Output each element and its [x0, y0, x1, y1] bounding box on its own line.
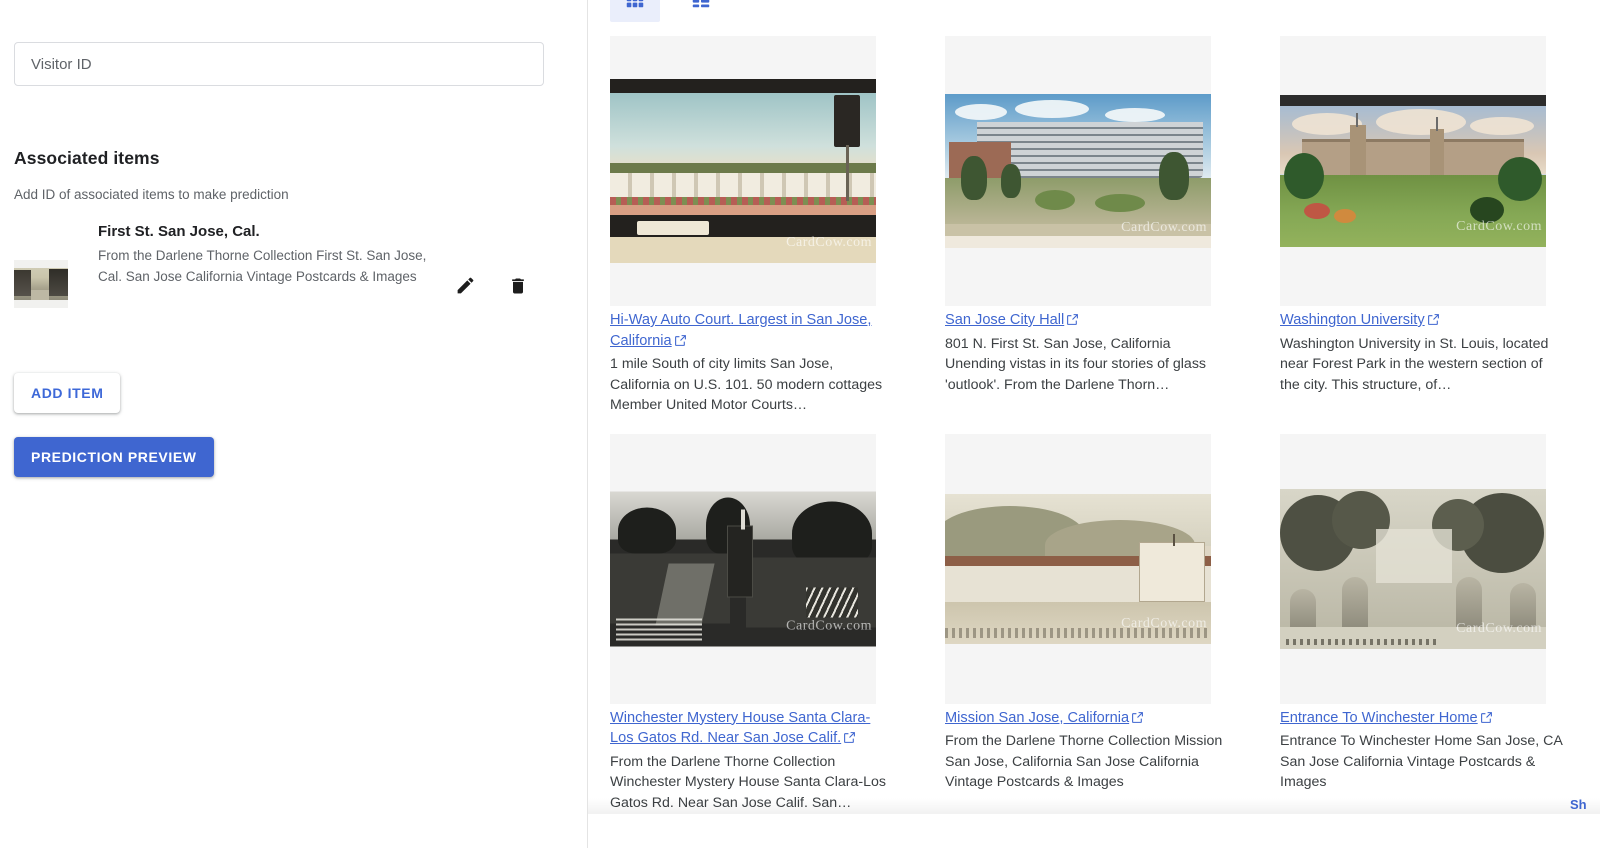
left-form-panel: Associated items Add ID of associated it… [0, 0, 588, 848]
delete-associated-item-button[interactable] [505, 274, 531, 300]
card-description: Entrance To Winchester Home San Jose, CA… [1280, 733, 1563, 790]
card-title-link[interactable]: Entrance To Winchester Home [1280, 710, 1493, 726]
visitor-id-input[interactable] [14, 42, 544, 86]
external-link-icon [674, 333, 687, 354]
add-item-button[interactable]: ADD ITEM [14, 373, 121, 413]
result-card[interactable]: CardCow.com Entrance To Winchester Home … [1280, 433, 1583, 814]
card-description: 1 mile South of city limits San Jose, Ca… [610, 356, 883, 413]
results-panel: CardCow.com Hi-Way Auto Court. Largest i… [588, 0, 1600, 848]
prediction-preview-button[interactable]: PREDICTION PREVIEW [14, 437, 214, 477]
results-grid: CardCow.com Hi-Way Auto Court. Largest i… [610, 36, 1600, 813]
list-view-icon [690, 0, 712, 13]
card-body: Mission San Jose, California From the Da… [945, 704, 1228, 793]
associated-item-thumbnail [14, 260, 68, 308]
associated-item-text: First St. San Jose, Cal. From the Darlen… [98, 222, 446, 287]
card-image: CardCow.com [945, 36, 1211, 306]
external-link-icon [1480, 710, 1493, 731]
card-body: San Jose City Hall 801 N. First St. San … [945, 306, 1228, 395]
result-card[interactable]: CardCow.com Washington University Washin… [1280, 36, 1583, 416]
card-title-link[interactable]: Hi-Way Auto Court. Largest in San Jose, … [610, 312, 871, 349]
card-image: CardCow.com [610, 36, 876, 306]
external-link-icon [1427, 312, 1440, 333]
view-toggle-group [610, 0, 726, 22]
card-image: CardCow.com [610, 433, 876, 704]
associated-item-description: From the Darlene Thorne Collection First… [98, 248, 427, 284]
card-title-link[interactable]: Washington University [1280, 312, 1440, 328]
associated-item-title: First St. San Jose, Cal. [98, 223, 260, 240]
grid-view-icon [624, 0, 646, 13]
pencil-icon [455, 275, 476, 299]
card-body: Hi-Way Auto Court. Largest in San Jose, … [610, 306, 893, 416]
external-link-icon [843, 730, 856, 751]
card-description: Washington University in St. Louis, loca… [1280, 335, 1549, 393]
card-body: Washington University Washington Univers… [1280, 306, 1563, 395]
app-root: Associated items Add ID of associated it… [0, 0, 1600, 848]
card-description: From the Darlene Thorne Collection Winch… [610, 753, 886, 811]
card-description: From the Darlene Thorne Collection Missi… [945, 733, 1223, 790]
card-title-link[interactable]: Winchester Mystery House Santa Clara-Los… [610, 710, 870, 747]
card-title-link[interactable]: San Jose City Hall [945, 312, 1079, 328]
card-body: Entrance To Winchester Home Entrance To … [1280, 704, 1563, 793]
card-body: Winchester Mystery House Santa Clara-Los… [610, 704, 893, 814]
results-grid-wrapper: CardCow.com Hi-Way Auto Court. Largest i… [610, 36, 1600, 848]
associated-items-heading: Associated items [14, 148, 160, 168]
associated-items-subtitle: Add ID of associated items to make predi… [14, 187, 289, 202]
grid-view-toggle[interactable] [610, 0, 660, 22]
card-title-link[interactable]: Mission San Jose, California [945, 710, 1144, 726]
external-link-icon [1066, 312, 1079, 333]
edit-associated-item-button[interactable] [452, 274, 478, 300]
external-link-icon [1131, 710, 1144, 731]
bottom-bar [588, 814, 1600, 848]
card-description: 801 N. First St. San Jose, California Un… [945, 335, 1207, 393]
result-card[interactable]: CardCow.com San Jose City Hall 801 N. Fi… [945, 36, 1248, 416]
result-card[interactable]: CardCow.com Mission San Jose, California… [945, 433, 1248, 814]
list-view-toggle[interactable] [676, 0, 726, 22]
card-image: CardCow.com [945, 433, 1211, 704]
card-image: CardCow.com [1280, 36, 1546, 306]
card-image: CardCow.com [1280, 433, 1546, 704]
partial-bottom-link[interactable]: Sh [1570, 797, 1594, 812]
result-card[interactable]: CardCow.com Winchester Mystery House San… [610, 433, 913, 814]
trash-icon [508, 276, 528, 299]
result-card[interactable]: CardCow.com Hi-Way Auto Court. Largest i… [610, 36, 913, 416]
